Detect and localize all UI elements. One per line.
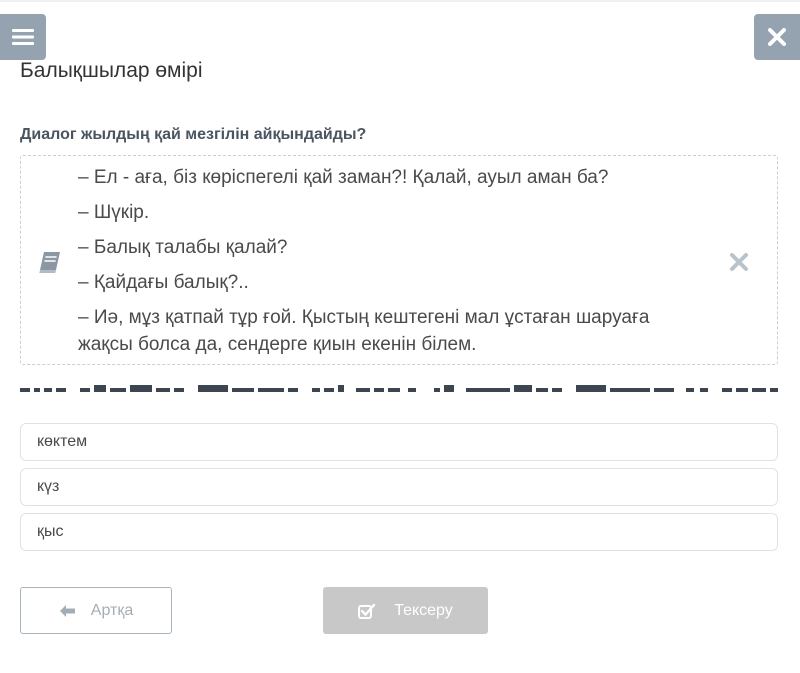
arrow-left-icon: [59, 604, 75, 618]
dialog-line: – Қайдағы балық?..: [78, 272, 249, 293]
menu-button[interactable]: [0, 14, 46, 60]
dialog-line: – Иә, мұз қатпай тұр ғой. Қыстың кештеге…: [78, 307, 650, 355]
dialog-line: – Шүкір.: [78, 202, 150, 223]
close-icon: [768, 28, 786, 46]
check-button[interactable]: Тексеру: [323, 587, 488, 634]
answer-option-2[interactable]: күз: [20, 468, 778, 506]
dialog-text: – Ел - аға, біз көріспегелі қай заман?! …: [78, 164, 708, 358]
checkbox-check-icon: [358, 603, 376, 619]
lesson-title: Балықшылар өмірі: [20, 59, 203, 82]
book-icon: [39, 252, 60, 273]
back-button-label: Артқа: [90, 601, 134, 619]
hamburger-menu-icon: [12, 29, 34, 45]
question-text: Диалог жылдың қай мезгілін айқындайды?: [20, 126, 367, 143]
redacted-text-strip: [20, 385, 778, 392]
page: Балықшылар өмірі Диалог жылдың қай мезгі…: [0, 0, 800, 673]
top-divider: [0, 0, 800, 2]
close-button[interactable]: [754, 14, 800, 60]
close-icon[interactable]: [729, 252, 749, 272]
back-button[interactable]: Артқа: [20, 587, 172, 634]
dialog-line: – Ел - аға, біз көріспегелі қай заман?! …: [78, 167, 609, 188]
answer-option-1[interactable]: көктем: [20, 423, 778, 461]
dialog-card: – Ел - аға, біз көріспегелі қай заман?! …: [20, 155, 778, 365]
dialog-line: – Балық талабы қалай?: [78, 237, 288, 258]
answer-option-3[interactable]: қыс: [20, 513, 778, 551]
check-button-label: Тексеру: [394, 601, 453, 619]
